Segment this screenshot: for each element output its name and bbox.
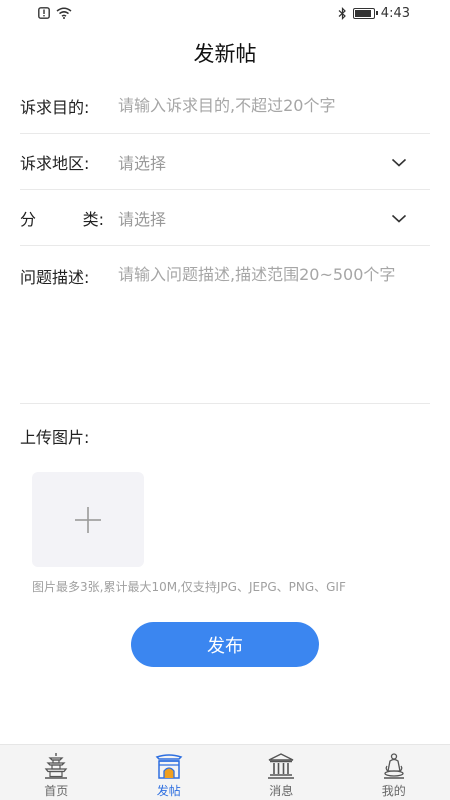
- purpose-input[interactable]: [118, 96, 430, 115]
- purpose-label: 诉求目的:: [20, 97, 90, 117]
- chevron-down-icon[interactable]: [392, 156, 406, 170]
- category-select[interactable]: 请选择: [118, 206, 430, 230]
- description-label: 问题描述:: [20, 268, 90, 287]
- category-row[interactable]: 分 类: 请选择: [20, 190, 430, 246]
- status-time: 4:43: [380, 5, 410, 21]
- tab-home[interactable]: 首页: [0, 745, 113, 800]
- status-bar: 4:43: [0, 0, 450, 26]
- purpose-row: 诉求目的:: [20, 78, 430, 134]
- gate-icon: [155, 754, 183, 779]
- status-right: 4:43: [338, 6, 410, 21]
- tab-bar: 首页 发帖 消息 我的: [0, 744, 450, 800]
- add-image-button[interactable]: [32, 472, 144, 567]
- category-label: 分 类:: [20, 206, 104, 230]
- battery-icon: [352, 7, 378, 19]
- region-label: 诉求地区:: [20, 153, 90, 173]
- publish-button[interactable]: 发布: [131, 622, 319, 667]
- page-title: 发新帖: [193, 42, 257, 66]
- plus-icon: [75, 506, 101, 533]
- pagoda-icon: [44, 753, 68, 779]
- wifi-icon: [56, 7, 72, 19]
- region-select[interactable]: 请选择: [118, 150, 430, 174]
- temple-icon: [268, 753, 295, 779]
- tab-home-label: 首页: [44, 784, 69, 798]
- category-label-left: 分: [20, 209, 37, 229]
- post-form: 诉求目的: 诉求地区: 请选择 分 类: 请选择 问题描述:: [20, 78, 430, 404]
- chevron-down-icon[interactable]: [392, 212, 406, 226]
- tab-messages[interactable]: 消息: [225, 745, 338, 800]
- description-input[interactable]: [118, 264, 430, 384]
- tab-mine-label: 我的: [381, 784, 406, 798]
- region-row[interactable]: 诉求地区: 请选择: [20, 134, 430, 190]
- tab-messages-label: 消息: [269, 784, 294, 798]
- statue-icon: [383, 753, 404, 779]
- alert-icon: [38, 7, 50, 19]
- category-label-right: 类:: [82, 209, 104, 229]
- status-left: [38, 7, 72, 19]
- description-row: 问题描述:: [20, 246, 430, 404]
- tab-post-label: 发帖: [156, 784, 181, 798]
- tab-mine[interactable]: 我的: [338, 745, 450, 800]
- bluetooth-icon: [338, 6, 346, 20]
- tab-post[interactable]: 发帖: [113, 745, 226, 800]
- upload-label: 上传图片:: [20, 428, 90, 447]
- upload-hint: 图片最多3张,累计最大10M,仅支持JPG、JEPG、PNG、GIF: [32, 580, 346, 594]
